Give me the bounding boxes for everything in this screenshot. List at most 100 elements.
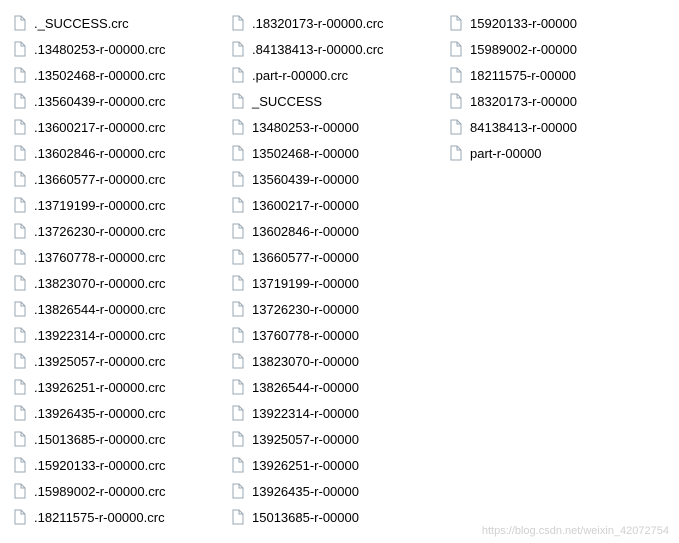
file-item[interactable]: 13926251-r-00000 [230,452,430,478]
file-name-label: .13922314-r-00000.crc [34,328,166,343]
file-icon [230,431,246,447]
file-item[interactable]: .13480253-r-00000.crc [12,36,212,62]
file-icon [12,15,28,31]
file-item[interactable]: .13600217-r-00000.crc [12,114,212,140]
file-name-label: 13719199-r-00000 [252,276,359,291]
file-name-label: 84138413-r-00000 [470,120,577,135]
file-item[interactable]: 13925057-r-00000 [230,426,430,452]
file-icon [230,353,246,369]
file-name-label: .13823070-r-00000.crc [34,276,166,291]
file-item[interactable]: 13719199-r-00000 [230,270,430,296]
file-item[interactable]: .18320173-r-00000.crc [230,10,430,36]
file-item[interactable]: .13602846-r-00000.crc [12,140,212,166]
file-item[interactable]: 13926435-r-00000 [230,478,430,504]
file-icon [230,171,246,187]
file-item[interactable]: .13926435-r-00000.crc [12,400,212,426]
file-name-label: 13502468-r-00000 [252,146,359,161]
file-item[interactable]: 13660577-r-00000 [230,244,430,270]
file-item[interactable]: .13823070-r-00000.crc [12,270,212,296]
file-name-label: .13826544-r-00000.crc [34,302,166,317]
file-icon [230,93,246,109]
file-item[interactable]: 13480253-r-00000 [230,114,430,140]
file-item[interactable]: .13925057-r-00000.crc [12,348,212,374]
file-name-label: .13560439-r-00000.crc [34,94,166,109]
file-item[interactable]: 13602846-r-00000 [230,218,430,244]
file-name-label: 13823070-r-00000 [252,354,359,369]
file-icon [230,275,246,291]
file-icon [230,15,246,31]
file-name-label: .15989002-r-00000.crc [34,484,166,499]
file-item[interactable]: 13560439-r-00000 [230,166,430,192]
file-icon [12,41,28,57]
file-name-label: 13560439-r-00000 [252,172,359,187]
file-item[interactable]: .part-r-00000.crc [230,62,430,88]
file-item[interactable]: .18211575-r-00000.crc [12,504,212,530]
file-item[interactable]: 18320173-r-00000 [448,88,648,114]
file-icon [12,93,28,109]
file-name-label: .18211575-r-00000.crc [34,510,165,525]
file-item[interactable]: 13823070-r-00000 [230,348,430,374]
file-item[interactable]: 13600217-r-00000 [230,192,430,218]
file-name-label: 13480253-r-00000 [252,120,359,135]
file-icon [230,249,246,265]
file-name-label: 13660577-r-00000 [252,250,359,265]
file-icon [12,353,28,369]
file-item[interactable]: .15920133-r-00000.crc [12,452,212,478]
file-item[interactable]: .13926251-r-00000.crc [12,374,212,400]
file-icon [230,41,246,57]
file-name-label: 13922314-r-00000 [252,406,359,421]
file-item[interactable]: ._SUCCESS.crc [12,10,212,36]
file-item[interactable]: 18211575-r-00000 [448,62,648,88]
file-name-label: 13600217-r-00000 [252,198,359,213]
file-name-label: .13926251-r-00000.crc [34,380,166,395]
file-item[interactable]: 15920133-r-00000 [448,10,648,36]
file-item[interactable]: .13719199-r-00000.crc [12,192,212,218]
file-name-label: .15920133-r-00000.crc [34,458,166,473]
file-item[interactable]: .13502468-r-00000.crc [12,62,212,88]
file-name-label: 13826544-r-00000 [252,380,359,395]
file-icon [12,171,28,187]
file-item[interactable]: 13726230-r-00000 [230,296,430,322]
file-item[interactable]: 15013685-r-00000 [230,504,430,530]
file-icon [230,327,246,343]
file-icon [12,379,28,395]
file-name-label: 15013685-r-00000 [252,510,359,525]
file-item[interactable]: 13826544-r-00000 [230,374,430,400]
file-item[interactable]: _SUCCESS [230,88,430,114]
file-name-label: 15920133-r-00000 [470,16,577,31]
file-item[interactable]: .15013685-r-00000.crc [12,426,212,452]
file-item[interactable]: 13502468-r-00000 [230,140,430,166]
file-name-label: 18211575-r-00000 [470,68,576,83]
file-item[interactable]: 13760778-r-00000 [230,322,430,348]
file-name-label: .part-r-00000.crc [252,68,348,83]
file-item[interactable]: .84138413-r-00000.crc [230,36,430,62]
file-item[interactable]: .13560439-r-00000.crc [12,88,212,114]
file-name-label: 13925057-r-00000 [252,432,359,447]
file-icon [12,483,28,499]
file-name-label: ._SUCCESS.crc [34,16,129,31]
file-name-label: part-r-00000 [470,146,542,161]
file-icon [448,15,464,31]
file-icon [12,119,28,135]
file-item[interactable]: 84138413-r-00000 [448,114,648,140]
file-name-label: .84138413-r-00000.crc [252,42,384,57]
file-item[interactable]: .13726230-r-00000.crc [12,218,212,244]
file-icon [12,275,28,291]
file-icon [12,249,28,265]
file-name-label: .15013685-r-00000.crc [34,432,166,447]
file-icon [230,483,246,499]
file-icon [12,197,28,213]
file-icon [230,379,246,395]
file-item[interactable]: 15989002-r-00000 [448,36,648,62]
file-name-label: _SUCCESS [252,94,322,109]
file-item[interactable]: .13826544-r-00000.crc [12,296,212,322]
file-item[interactable]: .13760778-r-00000.crc [12,244,212,270]
file-item[interactable]: .13660577-r-00000.crc [12,166,212,192]
file-name-label: .13719199-r-00000.crc [34,198,166,213]
file-name-label: .13760778-r-00000.crc [34,250,166,265]
file-item[interactable]: 13922314-r-00000 [230,400,430,426]
file-item[interactable]: .13922314-r-00000.crc [12,322,212,348]
file-item[interactable]: .15989002-r-00000.crc [12,478,212,504]
file-item[interactable]: part-r-00000 [448,140,648,166]
file-icon [12,223,28,239]
